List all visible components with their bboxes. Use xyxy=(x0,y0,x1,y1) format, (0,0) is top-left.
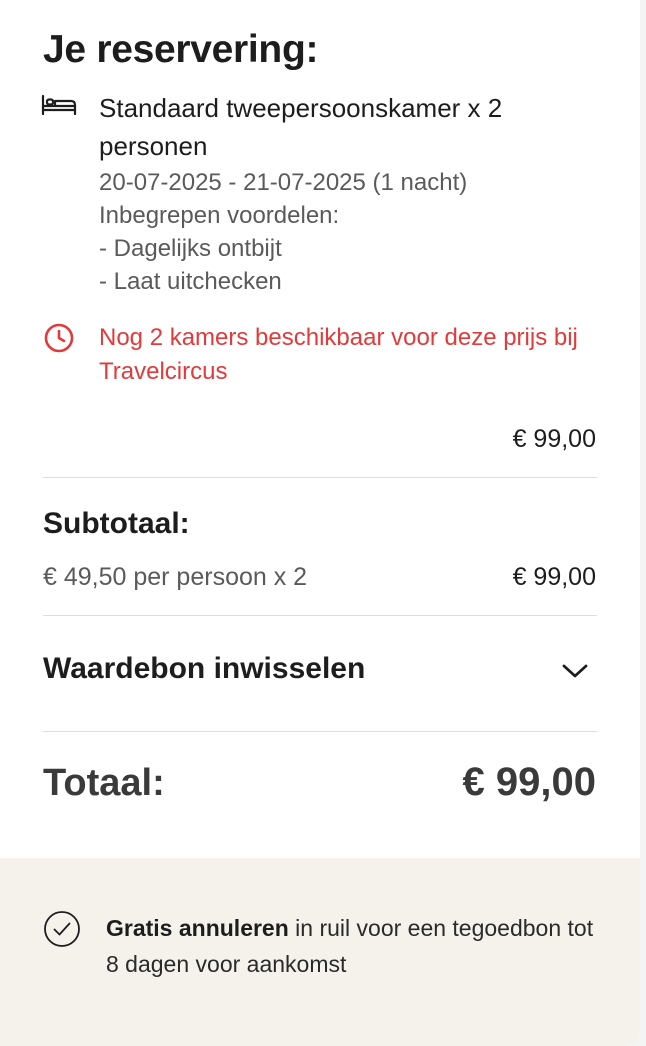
room-details: 20-07-2025 - 21-07-2025 (1 nacht) Inbegr… xyxy=(99,166,579,298)
cancellation-text: Gratis annuleren in ruil voor een tegoed… xyxy=(106,910,596,982)
voucher-label: Waardebon inwisselen xyxy=(43,652,366,685)
cancellation-highlight: Gratis annuleren xyxy=(106,915,289,941)
divider xyxy=(43,477,597,478)
chevron-down-icon[interactable] xyxy=(561,662,589,680)
reservation-summary-card: Je reservering: Standaard tweepersoonska… xyxy=(0,0,640,1046)
bed-icon xyxy=(41,94,77,116)
availability-alert: Nog 2 kamers beschikbaar voor deze prijs… xyxy=(99,324,578,385)
total-label: Totaal: xyxy=(43,762,165,804)
subtotal-price: € 99,00 xyxy=(512,563,596,591)
total-price: € 99,00 xyxy=(462,760,596,804)
check-circle-icon xyxy=(44,911,80,947)
room-price: € 99,00 xyxy=(512,425,596,453)
benefit-item: - Dagelijks ontbijt xyxy=(99,235,282,262)
reservation-title: Je reservering: xyxy=(43,28,319,71)
room-name: Standaard tweepersoonskamer x 2 personen xyxy=(99,93,503,161)
voucher-toggle[interactable]: Waardebon inwisselen xyxy=(43,640,597,710)
stay-dates: 20-07-2025 - 21-07-2025 (1 nacht) xyxy=(99,169,468,196)
benefit-item: - Laat uitchecken xyxy=(99,268,282,295)
divider xyxy=(43,615,597,616)
subtotal-label: Subtotaal: xyxy=(43,507,190,540)
clock-icon xyxy=(44,323,74,353)
benefits-heading: Inbegrepen voordelen: xyxy=(99,202,340,229)
divider xyxy=(43,731,597,732)
subtotal-description: € 49,50 per persoon x 2 xyxy=(43,563,308,591)
